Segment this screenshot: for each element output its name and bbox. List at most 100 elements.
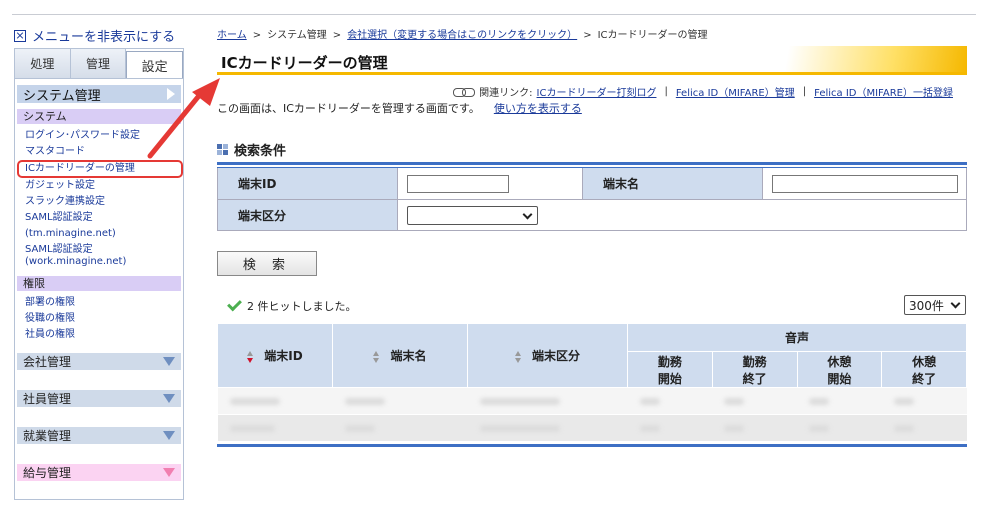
chevron-down-icon [163, 394, 175, 403]
col-terminal-id-label: 端末ID [264, 349, 303, 363]
chevron-down-icon [163, 357, 175, 366]
menu-saml-work[interactable]: SAML認証設定 (work.minagine.net) [25, 242, 183, 270]
col-terminal-type[interactable]: 端末区分 [467, 323, 628, 388]
group-work-label: 就業管理 [23, 429, 72, 443]
perm-menu-list: 部署の権限 役職の権限 社員の権限 [15, 291, 183, 343]
col-terminal-name[interactable]: 端末名 [332, 323, 468, 388]
page-description: この画面は、ICカードリーダーを管理する画面です。 使い方を表示する [217, 100, 582, 116]
menu-saml-work-line2: (work.minagine.net) [25, 256, 127, 267]
menu-employee-perm[interactable]: 社員の権限 [25, 327, 183, 343]
terminal-id-input[interactable] [407, 174, 509, 193]
redacted-cell [893, 425, 914, 432]
link-felica-manage[interactable]: Felica ID（MIFARE）管理 [676, 84, 795, 99]
sort-icon [247, 350, 254, 363]
redacted-cell [809, 398, 829, 405]
menu-dept-perm[interactable]: 部署の権限 [25, 295, 183, 311]
search-button[interactable]: 検 索 [217, 251, 317, 276]
col-terminal-type-label: 端末区分 [531, 349, 580, 363]
col-terminal-name-label: 端末名 [390, 349, 427, 363]
sidebar-tabs: 処理 管理 設定 [15, 49, 184, 79]
top-divider [12, 14, 976, 15]
terminal-id-label: 端末ID [217, 168, 397, 199]
redacted-cell [229, 398, 280, 405]
description-text: この画面は、ICカードリーダーを管理する画面です。 [217, 102, 480, 115]
breadcrumb-system: システム管理 [267, 30, 327, 41]
link-felica-bulk[interactable]: Felica ID（MIFARE）一括登録 [814, 84, 953, 99]
breadcrumb: ホーム > システム管理 > 会社選択（変更する場合はこのリンクをクリック） > ICカード… [217, 26, 708, 41]
related-label: 関連リンク: [479, 88, 533, 99]
menu-gadget[interactable]: ガジェット設定 [25, 178, 183, 194]
group-work[interactable]: 就業管理 [17, 427, 181, 444]
grid-icon [217, 144, 228, 155]
tab-manage[interactable]: 管理 [70, 49, 127, 78]
hide-menu-toggle[interactable]: メニューを非表示にする [14, 26, 175, 45]
terminal-type-label: 端末区分 [217, 200, 397, 230]
redacted-cell [809, 425, 829, 432]
search-form: 端末ID 端末名 端末区分 [217, 162, 967, 231]
breadcrumb-sep: > [252, 30, 262, 41]
terminal-type-select[interactable] [407, 205, 538, 225]
search-heading-label: 検索条件 [234, 144, 287, 159]
redacted-cell [724, 398, 745, 405]
col-terminal-id[interactable]: 端末ID [217, 323, 333, 388]
title-swoosh [667, 46, 967, 72]
link-ic-log[interactable]: ICカードリーダー打刻ログ [537, 84, 657, 99]
table-row[interactable] [217, 414, 967, 442]
menu-slack[interactable]: スラック連携設定 [25, 194, 183, 210]
redacted-cell [479, 425, 560, 432]
group-company-label: 会社管理 [23, 355, 72, 369]
breadcrumb-current: ICカードリーダーの管理 [597, 30, 708, 41]
redacted-cell [893, 398, 914, 405]
redacted-cell [229, 425, 275, 432]
group-employee-label: 社員管理 [23, 392, 72, 406]
col-voice: 音声 [627, 323, 967, 352]
table-row[interactable] [217, 387, 967, 415]
page-title-bar: ICカードリーダーの管理 [217, 46, 967, 75]
menu-saml-work-line1: SAML認証設定 [25, 244, 93, 255]
hide-menu-label: メニューを非表示にする [32, 30, 176, 45]
menu-ic-card-reader[interactable]: ICカードリーダーの管理 [17, 160, 183, 178]
search-row-1: 端末ID 端末名 [217, 168, 967, 200]
related-sep: | [664, 86, 668, 97]
chevron-down-icon [163, 431, 175, 440]
subhead-permissions: 権限 [17, 276, 181, 291]
menu-role-perm[interactable]: 役職の権限 [25, 311, 183, 327]
page-title: ICカードリーダーの管理 [221, 54, 388, 72]
tab-settings[interactable]: 設定 [126, 51, 184, 78]
howto-link[interactable]: 使い方を表示する [494, 102, 582, 115]
link-chain-icon [453, 87, 476, 97]
terminal-name-label: 端末名 [582, 168, 762, 199]
tab-process[interactable]: 処理 [15, 49, 71, 78]
group-payroll-label: 給与管理 [23, 466, 72, 480]
group-company[interactable]: 会社管理 [17, 353, 181, 370]
redacted-cell [344, 425, 375, 432]
results-table: 端末ID 端末名 端末区分 音声 勤務 開始 勤務 終了 休憩 開始 休憩 終了 [217, 323, 967, 442]
menu-saml-tm[interactable]: SAML認証設定(tm.minagine.net) [25, 210, 183, 242]
search-row-2: 端末区分 [217, 200, 967, 231]
search-heading: 検索条件 [217, 140, 286, 159]
table-bottom-rule [217, 444, 967, 448]
breadcrumb-sep: > [583, 30, 592, 41]
breadcrumb-company[interactable]: 会社選択（変更する場合はこのリンクをクリック） [347, 30, 577, 41]
redacted-cell [344, 398, 385, 405]
redacted-cell [639, 398, 660, 405]
hit-count-text: 2 件ヒットしました。 [247, 300, 357, 313]
sort-icon [514, 350, 522, 363]
breadcrumb-sep: > [332, 30, 342, 41]
breadcrumb-home[interactable]: ホーム [217, 30, 247, 41]
col-voice-break-end: 休憩 終了 [881, 351, 967, 388]
terminal-name-input[interactable] [772, 174, 958, 193]
group-employee[interactable]: 社員管理 [17, 390, 181, 407]
per-page-value: 300件 [909, 298, 944, 313]
redacted-cell [479, 398, 560, 405]
redacted-cell [639, 425, 660, 432]
close-box-icon [14, 29, 26, 42]
related-sep: | [802, 86, 807, 97]
section-system-admin-label: システム管理 [23, 88, 101, 104]
redacted-cell [724, 425, 745, 432]
chevron-down-icon [163, 468, 175, 477]
related-links: 関連リンク: ICカードリーダー打刻ログ | Felica ID（MIFARE）… [453, 84, 953, 99]
per-page-select[interactable]: 300件 [904, 295, 966, 315]
col-voice-work-end: 勤務 終了 [711, 351, 798, 388]
group-payroll[interactable]: 給与管理 [17, 464, 181, 481]
